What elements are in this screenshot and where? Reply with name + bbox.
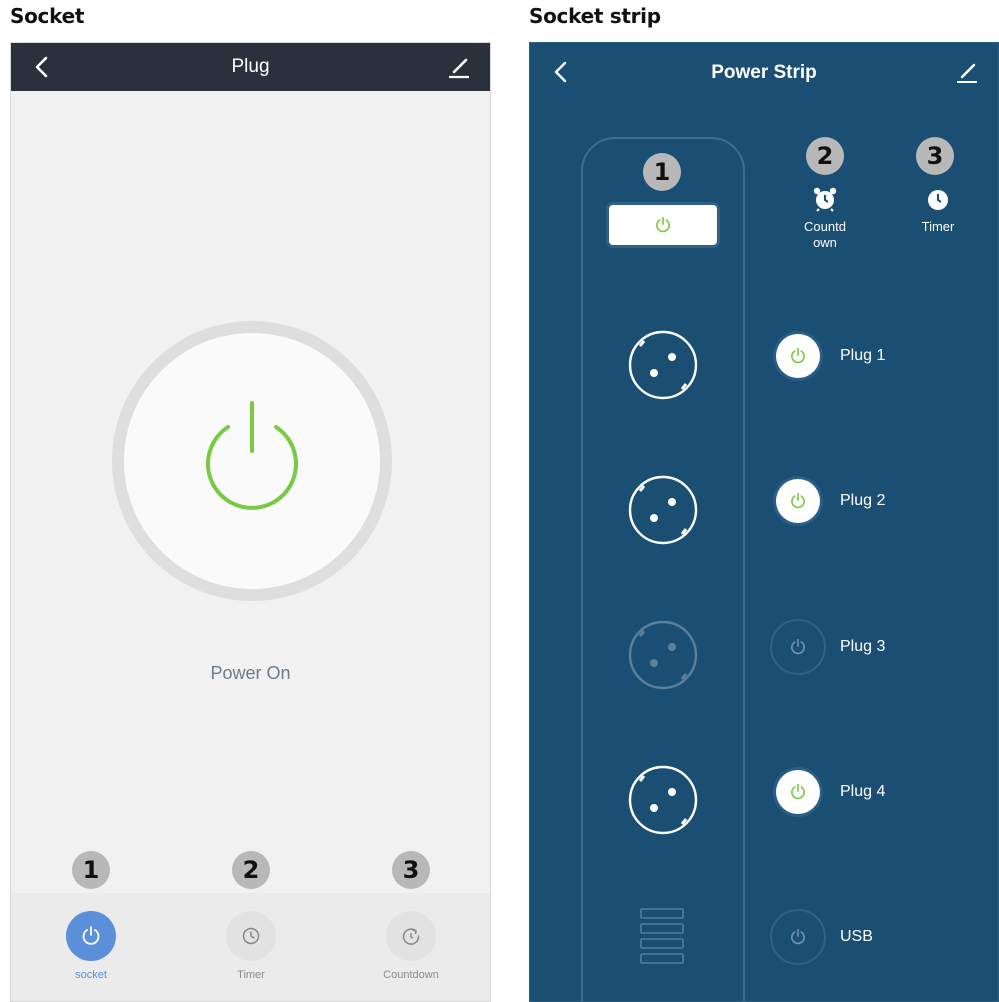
socket-outlet-icon xyxy=(628,475,698,545)
app-header: Power Strip xyxy=(530,43,998,103)
alarm-clock-icon xyxy=(813,187,837,212)
plug-row-2[interactable]: Plug 2 xyxy=(770,473,885,529)
socket-app-screen: Plug Power On socket Timer Countdown 1 2… xyxy=(10,42,491,1002)
section-label-socket-strip: Socket strip xyxy=(529,4,661,28)
callout-badge-2: 2 xyxy=(806,137,844,175)
plug-1-power-button[interactable] xyxy=(776,334,820,378)
pencil-icon[interactable] xyxy=(954,59,980,85)
power-strip-graphic xyxy=(581,137,745,1001)
power-icon xyxy=(791,928,805,945)
countdown-label-line1: Countd xyxy=(804,219,846,234)
callout-badge-3: 3 xyxy=(916,137,954,175)
tab-countdown[interactable]: Countdown xyxy=(356,911,466,981)
pencil-icon[interactable] xyxy=(446,54,472,80)
plug-4-power-button[interactable] xyxy=(776,770,820,814)
page-title: Plug xyxy=(231,56,270,77)
plug-row-1[interactable]: Plug 1 xyxy=(770,328,885,384)
callout-badge-2: 2 xyxy=(232,851,270,889)
clock-icon xyxy=(928,190,948,210)
socket-outlet-icon xyxy=(628,620,698,690)
callout-badge-3: 3 xyxy=(392,851,430,889)
countdown-icon xyxy=(402,928,420,945)
page-title: Power Strip xyxy=(711,62,817,83)
tab-socket[interactable]: socket xyxy=(36,911,146,981)
plug-label: Plug 1 xyxy=(840,347,886,364)
tab-label: socket xyxy=(75,969,107,981)
callout-badge-1: 1 xyxy=(643,153,681,191)
usb-power-button[interactable] xyxy=(770,909,826,965)
plug-row-4[interactable]: Plug 4 xyxy=(770,764,885,820)
socket-outlet-icon xyxy=(628,330,698,400)
plug-label: Plug 2 xyxy=(840,492,886,509)
plug-row-3[interactable]: Plug 3 xyxy=(770,619,885,675)
callout-badge-1: 1 xyxy=(72,851,110,889)
tab-label: Timer xyxy=(237,969,265,981)
power-icon xyxy=(791,783,805,800)
section-label-socket: Socket xyxy=(10,4,85,28)
timer-label: Timer xyxy=(921,219,955,234)
power-icon xyxy=(206,401,298,510)
tab-timer[interactable]: Timer xyxy=(196,911,306,981)
countdown-button[interactable]: Countd own xyxy=(790,186,860,251)
plug-label: Plug 3 xyxy=(840,638,886,655)
plug-row-usb[interactable]: USB xyxy=(770,909,873,965)
plug-label: USB xyxy=(840,928,873,945)
app-header: Plug xyxy=(11,43,490,91)
power-icon xyxy=(791,638,805,655)
countdown-label-line2: own xyxy=(813,235,837,250)
plug-2-power-button[interactable] xyxy=(776,479,820,523)
plug-3-power-button[interactable] xyxy=(770,619,826,675)
power-toggle-button[interactable] xyxy=(112,321,392,601)
power-icon xyxy=(791,492,805,509)
power-icon xyxy=(791,347,805,364)
usb-ports-icon xyxy=(640,908,684,964)
power-icon xyxy=(82,926,100,945)
master-power-button[interactable] xyxy=(609,205,717,245)
timer-button[interactable]: Timer xyxy=(905,188,971,235)
power-icon xyxy=(656,216,670,233)
socket-outlet-icon xyxy=(628,765,698,835)
plug-label: Plug 4 xyxy=(840,783,886,800)
clock-icon xyxy=(242,927,260,945)
strip-app-screen: Power Strip 1 2 3 Countd own Timer Plug … xyxy=(529,42,999,1002)
power-status-text: Power On xyxy=(210,663,291,683)
tab-label: Countdown xyxy=(383,969,439,981)
